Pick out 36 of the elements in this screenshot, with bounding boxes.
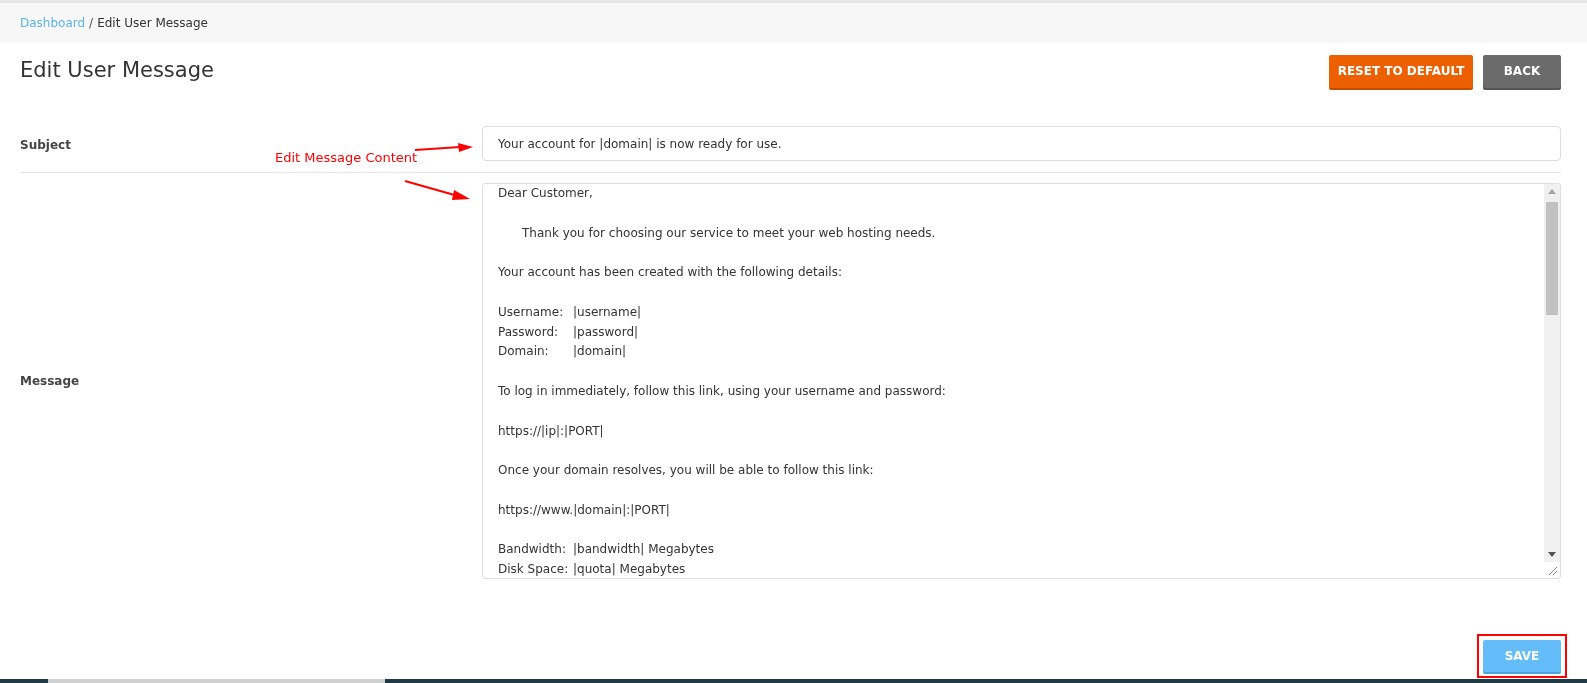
detail-value: |quota| Megabytes	[573, 561, 686, 578]
message-line: Once your domain resolves, you will be able to follow this link:	[498, 463, 874, 478]
subject-field[interactable]: Your account for |domain| is now ready for use.	[482, 126, 1561, 161]
breadcrumb-separator: /	[89, 15, 94, 32]
page-title: Edit User Message	[20, 57, 214, 85]
detail-label: Password:	[498, 323, 560, 341]
breadcrumb-link[interactable]: Dashboard	[20, 14, 86, 32]
annotation-arrow	[414, 142, 474, 154]
annotation-arrow	[404, 179, 472, 203]
detail-label: Bandwidth:	[498, 541, 567, 559]
message-line: To log in immediately, follow this link, using your username and password:	[498, 383, 946, 398]
message-line: https://www.|domain|:|PORT|	[498, 502, 670, 517]
resize-grip-icon[interactable]	[1546, 564, 1558, 576]
message-line: Thank you for choosing our service to meet your web hosting needs.	[522, 225, 936, 240]
message-line: https://|ip|:|PORT|	[498, 423, 604, 438]
reset-to-default-button[interactable]: RESET TO DEFAULT	[1329, 54, 1473, 88]
detail-value: |bandwidth| Megabytes	[573, 541, 714, 559]
annotation-text: Edit Message Content	[275, 149, 418, 167]
detail-label: Disk Space:	[498, 561, 570, 578]
message-line: Dear Customer,	[498, 186, 593, 200]
detail-value: |username|	[573, 303, 642, 321]
breadcrumb-current: Edit User Message	[97, 15, 208, 32]
scrollbar[interactable]	[1544, 184, 1560, 562]
detail-value: |password|	[573, 323, 639, 341]
save-button[interactable]: SAVE	[1483, 640, 1561, 672]
message-label: Message	[20, 373, 80, 390]
scroll-down-icon[interactable]	[1548, 552, 1556, 557]
back-button[interactable]: BACK	[1483, 54, 1561, 88]
detail-label: Domain:	[498, 343, 550, 361]
scrollbar-thumb[interactable]	[1546, 202, 1558, 315]
detail-label: Username:	[498, 303, 565, 321]
subject-label: Subject	[20, 137, 71, 152]
scroll-up-icon[interactable]	[1548, 189, 1556, 194]
message-field[interactable]	[482, 183, 1561, 579]
message-line: Your account has been created with the following details:	[498, 265, 842, 280]
detail-value: |domain|	[573, 343, 627, 361]
